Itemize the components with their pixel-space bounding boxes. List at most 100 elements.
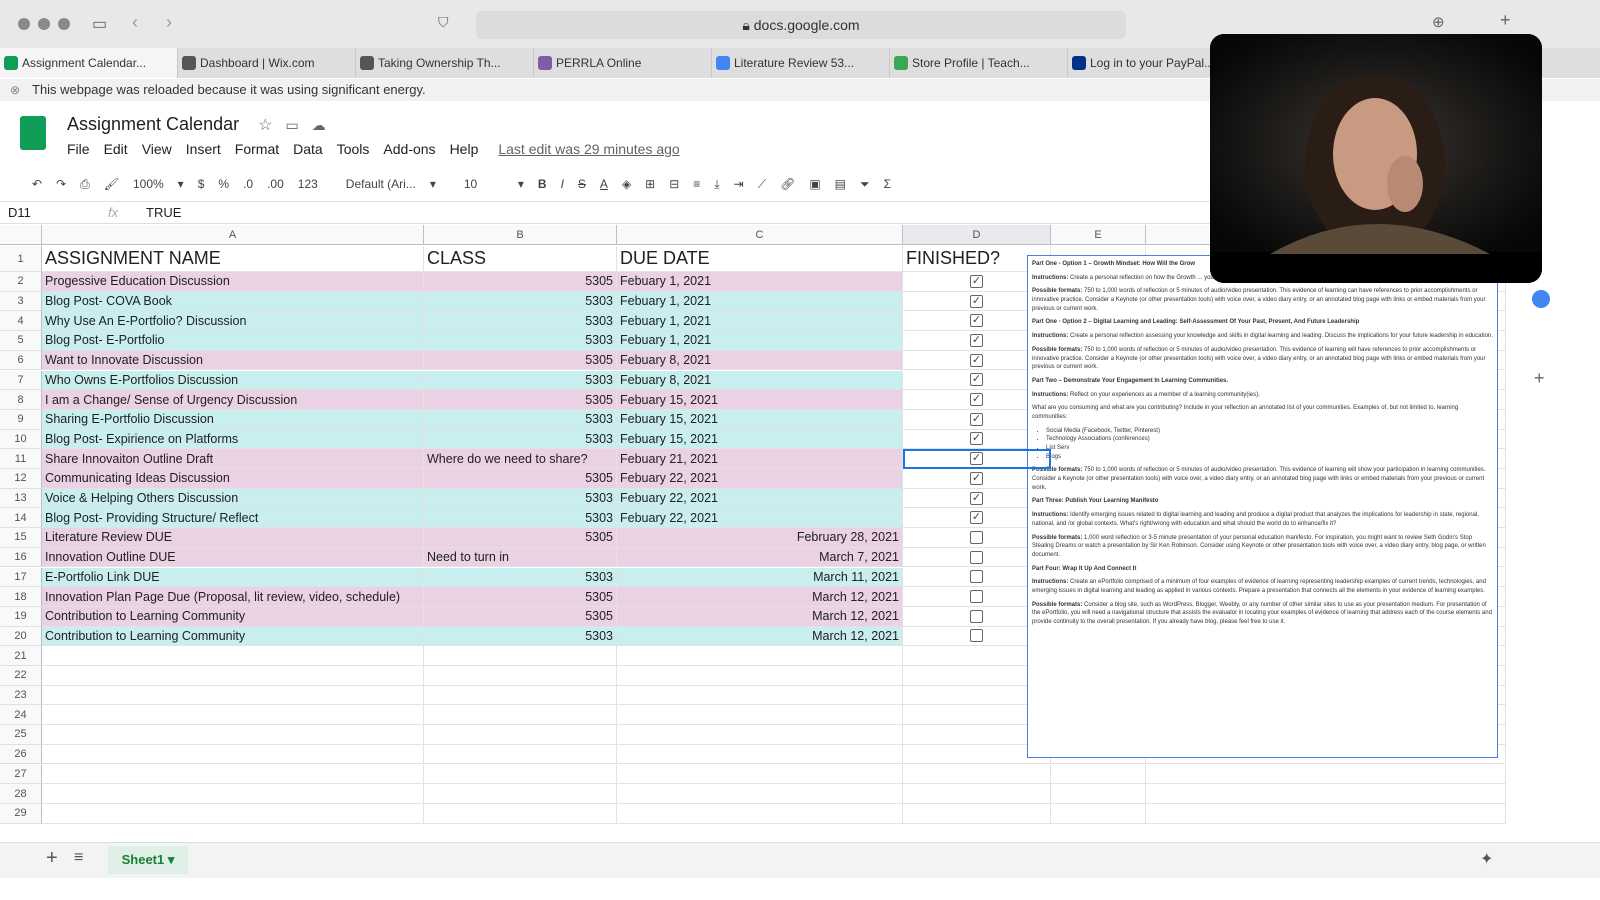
menu-data[interactable]: Data (293, 141, 323, 157)
browser-tab[interactable]: Dashboard | Wix.com (178, 48, 356, 78)
unchecked-checkbox[interactable] (970, 570, 983, 584)
cell-assignment[interactable]: Voice & Helping Others Discussion (42, 488, 424, 509)
cell-assignment[interactable]: Sharing E-Portfolio Discussion (42, 409, 424, 430)
zoom-window-button[interactable] (58, 18, 70, 30)
bold-button[interactable]: B (538, 177, 547, 191)
cell[interactable] (903, 764, 1051, 785)
cell-class[interactable]: 5305 (424, 528, 617, 548)
paint-format-icon[interactable]: 🖌︎ (104, 177, 119, 191)
row-header[interactable]: 16 (0, 547, 42, 568)
cell-due-date[interactable]: Febuary 22, 2021 (617, 508, 903, 529)
new-tab-icon[interactable]: + (1500, 10, 1511, 31)
name-box[interactable]: D11 (8, 202, 31, 224)
cell[interactable] (617, 646, 903, 666)
checked-checkbox[interactable]: ✓ (970, 353, 983, 367)
cell[interactable] (1146, 803, 1506, 824)
embedded-assignment-image[interactable]: Part One - Option 1 – Growth Mindset: Ho… (1027, 255, 1498, 758)
cell-assignment[interactable]: Contribution to Learning Community (42, 626, 424, 647)
browser-tab[interactable]: Taking Ownership Th... (356, 48, 534, 78)
cloud-status-icon[interactable]: ☁ (312, 117, 326, 133)
text-wrap-icon[interactable]: ⇥ (734, 177, 744, 191)
row-header[interactable]: 29 (0, 803, 42, 824)
menu-format[interactable]: Format (235, 141, 279, 157)
row-header[interactable]: 18 (0, 587, 42, 607)
undo-icon[interactable]: ↶ (32, 177, 42, 191)
strikethrough-button[interactable]: S (578, 177, 586, 191)
cell-assignment[interactable]: Communicating Ideas Discussion (42, 469, 424, 489)
cell-assignment[interactable]: Progessive Education Discussion (42, 272, 424, 292)
cell[interactable] (42, 744, 424, 765)
checked-checkbox[interactable]: ✓ (970, 491, 983, 505)
comment-icon[interactable]: ▣ (809, 177, 820, 191)
row-header[interactable]: 11 (0, 449, 42, 469)
sheets-logo[interactable] (20, 116, 46, 150)
cell[interactable] (424, 725, 617, 745)
percent-button[interactable]: % (218, 177, 229, 191)
menu-insert[interactable]: Insert (186, 141, 221, 157)
browser-tab[interactable]: PERRLA Online (534, 48, 712, 78)
cell-class[interactable]: 5303 (424, 488, 617, 509)
cell-assignment[interactable]: Literature Review DUE (42, 528, 424, 548)
cell[interactable] (42, 666, 424, 686)
checked-checkbox[interactable]: ✓ (970, 393, 983, 407)
cell-class[interactable]: 5303 (424, 567, 617, 588)
all-sheets-icon[interactable]: ≡ (74, 849, 83, 867)
checked-checkbox[interactable]: ✓ (970, 471, 983, 485)
column-header-d[interactable]: D (903, 225, 1051, 245)
decrease-decimal-button[interactable]: .0 (243, 177, 253, 191)
cell[interactable] (617, 803, 903, 824)
cell-class[interactable]: 5303 (424, 370, 617, 391)
unchecked-checkbox[interactable] (970, 629, 983, 643)
column-header-e[interactable]: E (1051, 225, 1146, 245)
cell-class[interactable]: 5303 (424, 508, 617, 529)
vertical-align-icon[interactable]: ⤓ (714, 177, 719, 192)
chart-icon[interactable]: ▤ (835, 177, 846, 191)
checked-checkbox[interactable]: ✓ (970, 333, 983, 347)
row-header[interactable]: 21 (0, 646, 42, 666)
row-header[interactable]: 17 (0, 567, 42, 588)
cell-class[interactable]: 5303 (424, 626, 617, 647)
cell[interactable] (42, 725, 424, 745)
cell-due-date[interactable]: February 28, 2021 (617, 528, 903, 548)
merge-cells-icon[interactable]: ⊟ (669, 177, 679, 191)
checked-checkbox[interactable]: ✓ (970, 511, 983, 525)
cell[interactable] (42, 646, 424, 666)
download-icon[interactable]: ⊕ (1432, 13, 1445, 31)
row-header[interactable]: 15 (0, 528, 42, 548)
functions-icon[interactable]: Σ (884, 177, 891, 191)
cell-assignment[interactable]: Innovation Plan Page Due (Proposal, lit … (42, 587, 424, 607)
cell[interactable] (617, 685, 903, 706)
cell[interactable] (424, 764, 617, 785)
row-header[interactable]: 9 (0, 409, 42, 430)
cell-due-date[interactable]: Febuary 8, 2021 (617, 370, 903, 391)
text-rotate-icon[interactable]: ⟋ (758, 177, 766, 192)
cell[interactable] (424, 685, 617, 706)
menu-edit[interactable]: Edit (104, 141, 128, 157)
row-header[interactable]: 19 (0, 606, 42, 627)
shield-icon[interactable]: ⛉ (438, 14, 449, 31)
formula-input[interactable]: TRUE (146, 202, 181, 224)
browser-tab[interactable]: Literature Review 53... (712, 48, 890, 78)
cell-class[interactable]: 5303 (424, 331, 617, 351)
cell-assignment[interactable]: Want to Innovate Discussion (42, 350, 424, 371)
row-header[interactable]: 4 (0, 311, 42, 332)
cell-due-date[interactable]: Febuary 1, 2021 (617, 272, 903, 292)
row-header[interactable]: 14 (0, 508, 42, 529)
cell-due-date[interactable]: Febuary 1, 2021 (617, 331, 903, 351)
cell[interactable] (903, 803, 1051, 824)
cell-due-date[interactable]: Febuary 1, 2021 (617, 311, 903, 332)
cell[interactable] (1051, 784, 1146, 804)
browser-tab[interactable]: Store Profile | Teach... (890, 48, 1068, 78)
cell-due-date[interactable]: Febuary 22, 2021 (617, 488, 903, 509)
checked-checkbox[interactable]: ✓ (970, 373, 983, 387)
row-header[interactable]: 26 (0, 744, 42, 765)
cell-due-date[interactable]: March 12, 2021 (617, 587, 903, 607)
cell-assignment[interactable]: Blog Post- Expirience on Platforms (42, 429, 424, 450)
column-header-a[interactable]: A (42, 225, 424, 245)
tasks-icon[interactable] (1532, 290, 1550, 308)
sidebar-toggle-icon[interactable]: ▭ (92, 14, 107, 34)
forward-icon[interactable]: › (166, 12, 172, 33)
cell[interactable] (42, 764, 424, 785)
cell-class[interactable]: 5305 (424, 587, 617, 607)
print-icon[interactable]: ⎙ (80, 177, 90, 192)
